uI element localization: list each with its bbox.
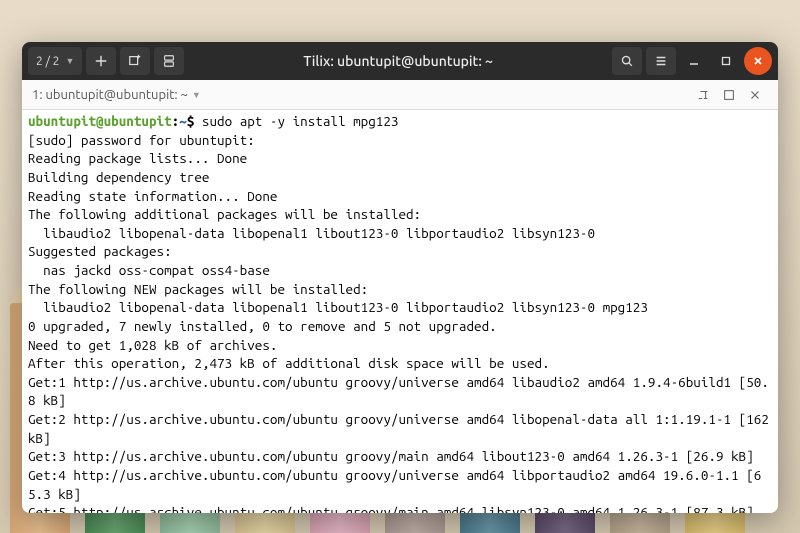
terminal-output-line: Get:1 http://us.archive.ubuntu.com/ubunt…	[28, 373, 772, 410]
window-title: Tilix: ubuntupit@ubuntupit: ~	[188, 53, 608, 69]
prompt-user-host: ubuntupit@ubuntupit	[28, 113, 172, 129]
tab-title-label: 1: ubuntupit@ubuntupit: ~	[32, 88, 188, 102]
maximize-button[interactable]	[712, 47, 740, 75]
new-window-button[interactable]	[120, 47, 150, 75]
hamburger-menu-button[interactable]	[646, 47, 676, 75]
terminal-tab[interactable]: 1: ubuntupit@ubuntupit: ~ ▼	[32, 88, 201, 102]
search-button[interactable]	[612, 47, 642, 75]
tab-maximize-button[interactable]	[716, 82, 742, 108]
close-button[interactable]	[744, 47, 772, 75]
text-select-button[interactable]	[690, 82, 716, 108]
close-icon	[748, 88, 762, 102]
terminal-output-line: The following NEW packages will be insta…	[28, 280, 772, 299]
minimize-button[interactable]	[680, 47, 708, 75]
terminal-output-line: Get:2 http://us.archive.ubuntu.com/ubunt…	[28, 410, 772, 447]
window-titlebar: 2 / 2 ▼ Tilix: ubuntupit@ubuntupit: ~	[22, 42, 778, 80]
terminal-content[interactable]: ubuntupit@ubuntupit:~$ sudo apt -y insta…	[22, 110, 778, 513]
close-icon	[752, 55, 764, 67]
terminal-output-line: 0 upgraded, 7 newly installed, 0 to remo…	[28, 317, 772, 336]
plus-icon	[94, 54, 108, 68]
text-cursor-icon	[696, 88, 710, 102]
terminal-output-line: Get:5 http://us.archive.ubuntu.com/ubunt…	[28, 503, 772, 513]
new-session-button[interactable]	[86, 47, 116, 75]
chevron-down-icon: ▼	[192, 90, 201, 100]
prompt-path: ~	[179, 113, 187, 129]
terminal-output-line: The following additional packages will b…	[28, 205, 772, 224]
terminal-output-line: Reading package lists... Done	[28, 149, 772, 168]
session-count-label: 2 / 2	[36, 55, 59, 68]
terminal-output-line: nas jackd oss-compat oss4-base	[28, 261, 772, 280]
terminal-output-line: Reading state information... Done	[28, 187, 772, 206]
terminal-output-line: Get:4 http://us.archive.ubuntu.com/ubunt…	[28, 466, 772, 503]
chevron-down-icon: ▼	[65, 56, 74, 66]
terminal-window: 2 / 2 ▼ Tilix: ubuntupit@ubuntupit: ~	[22, 42, 778, 513]
terminal-output-line: Need to get 1,028 kB of archives.	[28, 336, 772, 355]
maximize-pane-icon	[722, 88, 736, 102]
sync-icon	[162, 54, 176, 68]
terminal-output-line: libaudio2 libopenal-data libopenal1 libo…	[28, 298, 772, 317]
terminal-tabbar: 1: ubuntupit@ubuntupit: ~ ▼	[22, 80, 778, 110]
terminal-output-line: After this operation, 2,473 kB of additi…	[28, 354, 772, 373]
command-text: sudo apt -y install mpg123	[202, 113, 399, 129]
sync-input-button[interactable]	[154, 47, 184, 75]
minimize-icon	[688, 55, 700, 67]
prompt-symbol: $	[187, 113, 195, 129]
terminal-output-line: Get:3 http://us.archive.ubuntu.com/ubunt…	[28, 447, 772, 466]
tab-close-button[interactable]	[742, 82, 768, 108]
prompt-line: ubuntupit@ubuntupit:~$ sudo apt -y insta…	[28, 112, 772, 131]
terminal-output-line: libaudio2 libopenal-data libopenal1 libo…	[28, 224, 772, 243]
terminal-output-line: [sudo] password for ubuntupit:	[28, 131, 772, 150]
hamburger-icon	[654, 54, 668, 68]
search-icon	[620, 54, 634, 68]
session-switcher[interactable]: 2 / 2 ▼	[28, 47, 82, 75]
terminal-output-line: Building dependency tree	[28, 168, 772, 187]
new-window-icon	[128, 54, 142, 68]
maximize-icon	[720, 55, 732, 67]
terminal-output-line: Suggested packages:	[28, 242, 772, 261]
